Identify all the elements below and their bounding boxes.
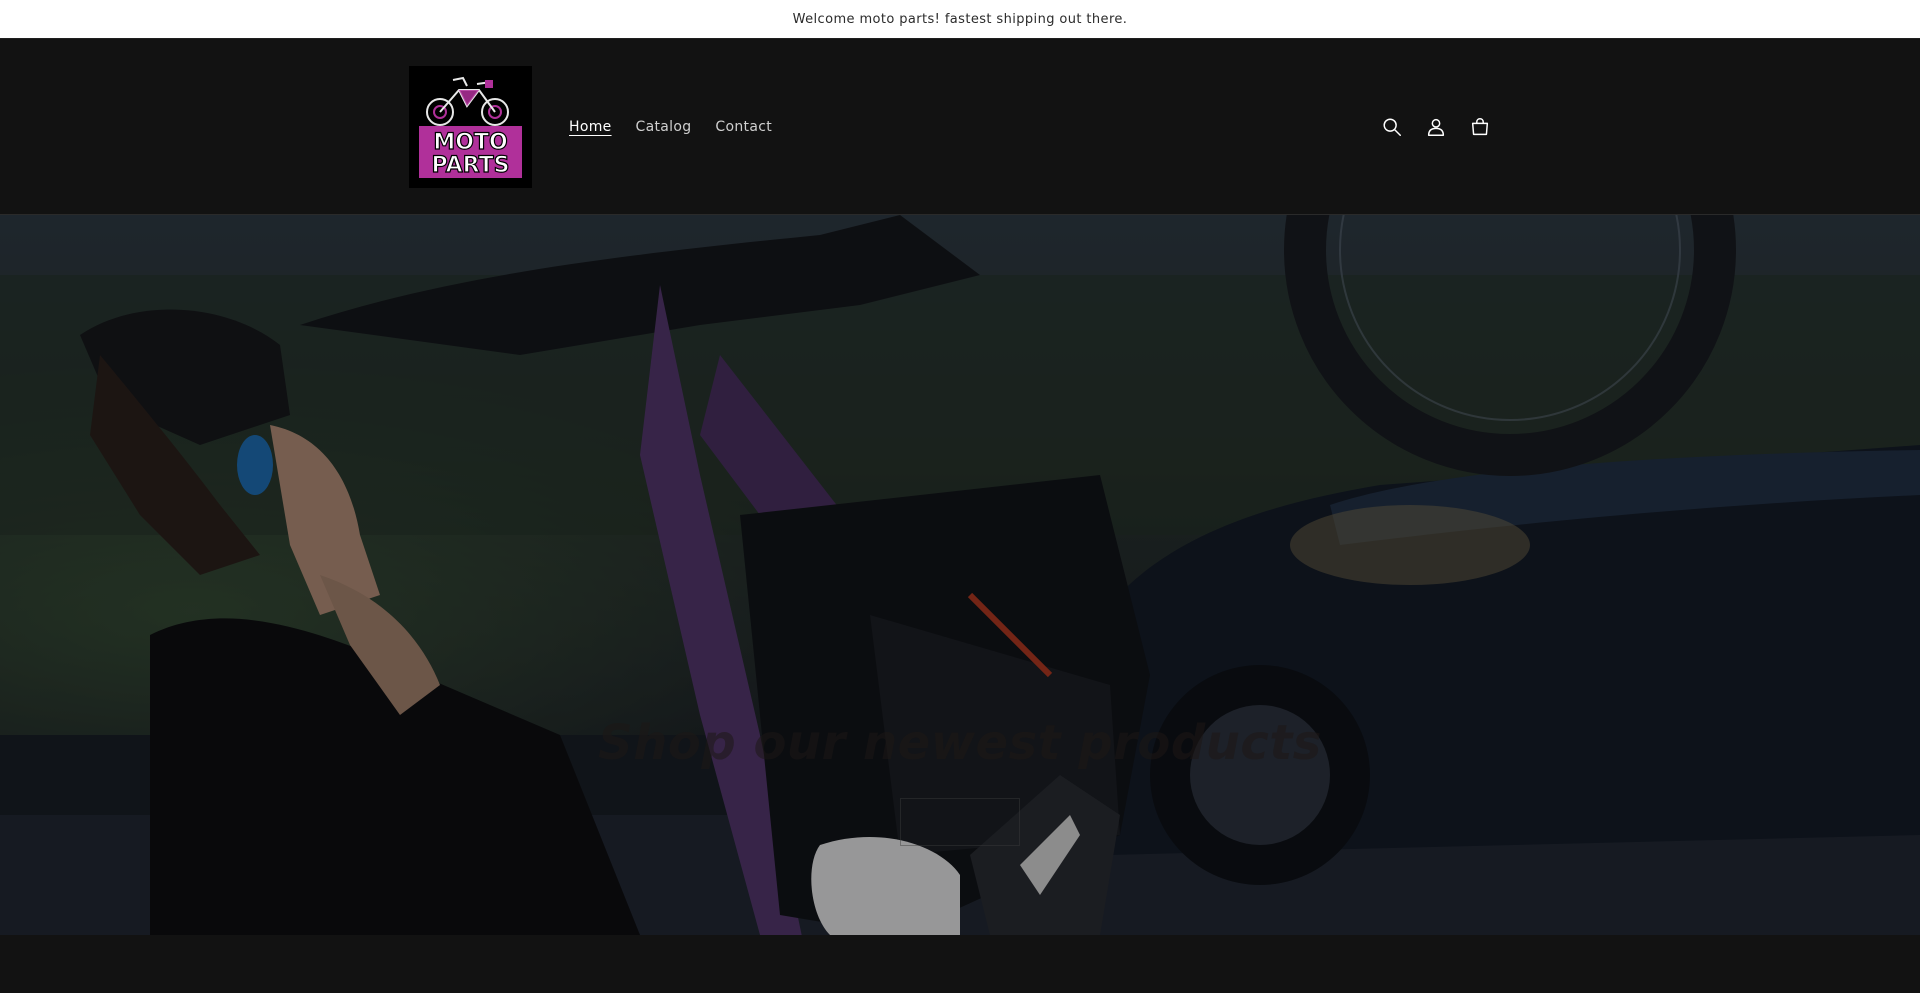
account-icon — [1427, 118, 1445, 136]
logo-line-2: PARTS — [432, 153, 510, 178]
announcement-bar: Welcome moto parts! fastest shipping out… — [0, 0, 1920, 39]
site-logo[interactable]: MOTO PARTS — [409, 66, 532, 188]
nav-contact[interactable]: Contact — [715, 119, 772, 135]
main-nav: Home Catalog Contact — [569, 39, 772, 215]
page-bottom-strip — [0, 935, 1920, 993]
search-icon — [1383, 118, 1401, 136]
header-icons — [1380, 39, 1492, 215]
cart-button[interactable] — [1468, 115, 1492, 139]
hero-shop-button[interactable] — [900, 798, 1020, 846]
search-button[interactable] — [1380, 115, 1404, 139]
account-button[interactable] — [1424, 115, 1448, 139]
announcement-text: Welcome moto parts! fastest shipping out… — [792, 11, 1128, 27]
site-header: MOTO PARTS Home Catalog Contact — [0, 39, 1920, 215]
hero-heading: Shop our newest products — [598, 715, 1322, 771]
cart-icon — [1471, 118, 1489, 136]
nav-catalog[interactable]: Catalog — [636, 119, 692, 135]
moto-parts-logo-icon: MOTO PARTS — [409, 66, 532, 188]
nav-home[interactable]: Home — [569, 119, 612, 135]
logo-line-1: MOTO — [433, 130, 507, 155]
hero-banner: Shop our newest products — [0, 215, 1920, 935]
